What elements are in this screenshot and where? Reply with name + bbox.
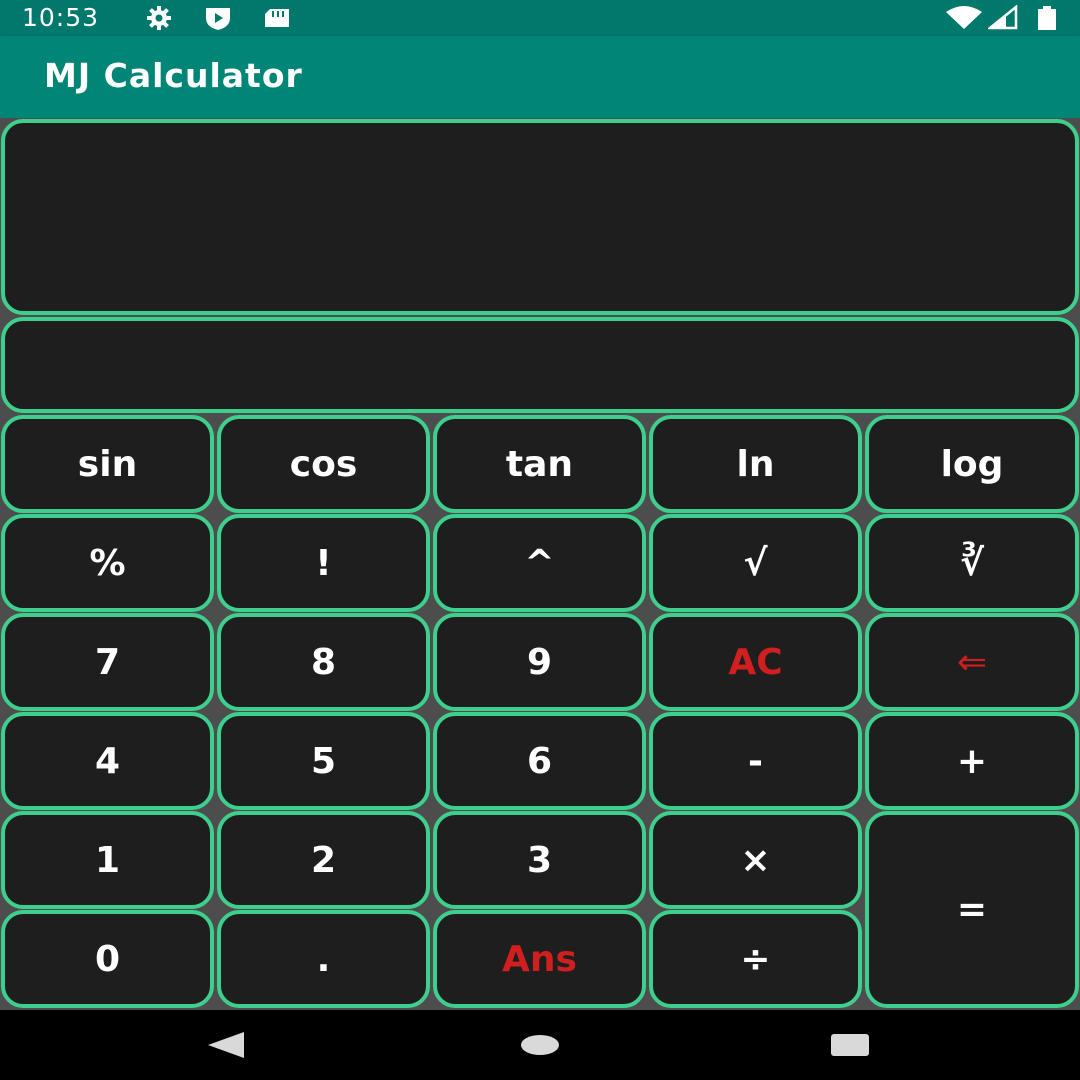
sin-button[interactable]: sin [1,415,214,513]
multiply-button[interactable]: × [649,811,862,909]
battery-icon [1036,5,1060,31]
recents-icon[interactable] [830,1033,870,1061]
power-button[interactable]: ^ [433,514,646,612]
plus-button[interactable]: + [865,712,1079,810]
nine-button[interactable]: 9 [433,613,646,711]
wifi-icon [945,5,983,31]
three-button[interactable]: 3 [433,811,646,909]
answer-button[interactable]: Ans [433,910,646,1008]
six-button[interactable]: 6 [433,712,646,810]
app-bar: MJ Calculator [0,36,1080,118]
factorial-button[interactable]: ! [217,514,430,612]
app-title: MJ Calculator [44,56,303,95]
log-button[interactable]: log [865,415,1079,513]
eight-button[interactable]: 8 [217,613,430,711]
one-button[interactable]: 1 [1,811,214,909]
home-icon[interactable] [520,1034,560,1060]
gear-icon [144,5,174,31]
two-button[interactable]: 2 [217,811,430,909]
status-time: 10:53 [22,3,100,32]
back-icon[interactable] [206,1030,246,1064]
status-bar: 10:53 [0,0,1080,36]
expression-display[interactable] [1,119,1079,315]
signal-icon [986,4,1018,31]
play-protect-icon [203,5,233,31]
sd-card-icon [262,5,292,31]
cube-root-button[interactable]: ∛ [865,514,1079,612]
navigation-bar [0,1010,1080,1080]
zero-button[interactable]: 0 [1,910,214,1008]
cos-button[interactable]: cos [217,415,430,513]
seven-button[interactable]: 7 [1,613,214,711]
ln-button[interactable]: ln [649,415,862,513]
tan-button[interactable]: tan [433,415,646,513]
sqrt-button[interactable]: √ [649,514,862,612]
five-button[interactable]: 5 [217,712,430,810]
percent-button[interactable]: % [1,514,214,612]
equals-button[interactable]: = [865,811,1079,1008]
minus-button[interactable]: - [649,712,862,810]
divide-button[interactable]: ÷ [649,910,862,1008]
clear-button[interactable]: AC [649,613,862,711]
calculator-body: sin cos tan ln log % ! ^ √ ∛ 7 8 9 AC ⇐ … [0,118,1080,1010]
four-button[interactable]: 4 [1,712,214,810]
result-display[interactable] [1,317,1079,413]
decimal-button[interactable]: . [217,910,430,1008]
backspace-button[interactable]: ⇐ [865,613,1079,711]
